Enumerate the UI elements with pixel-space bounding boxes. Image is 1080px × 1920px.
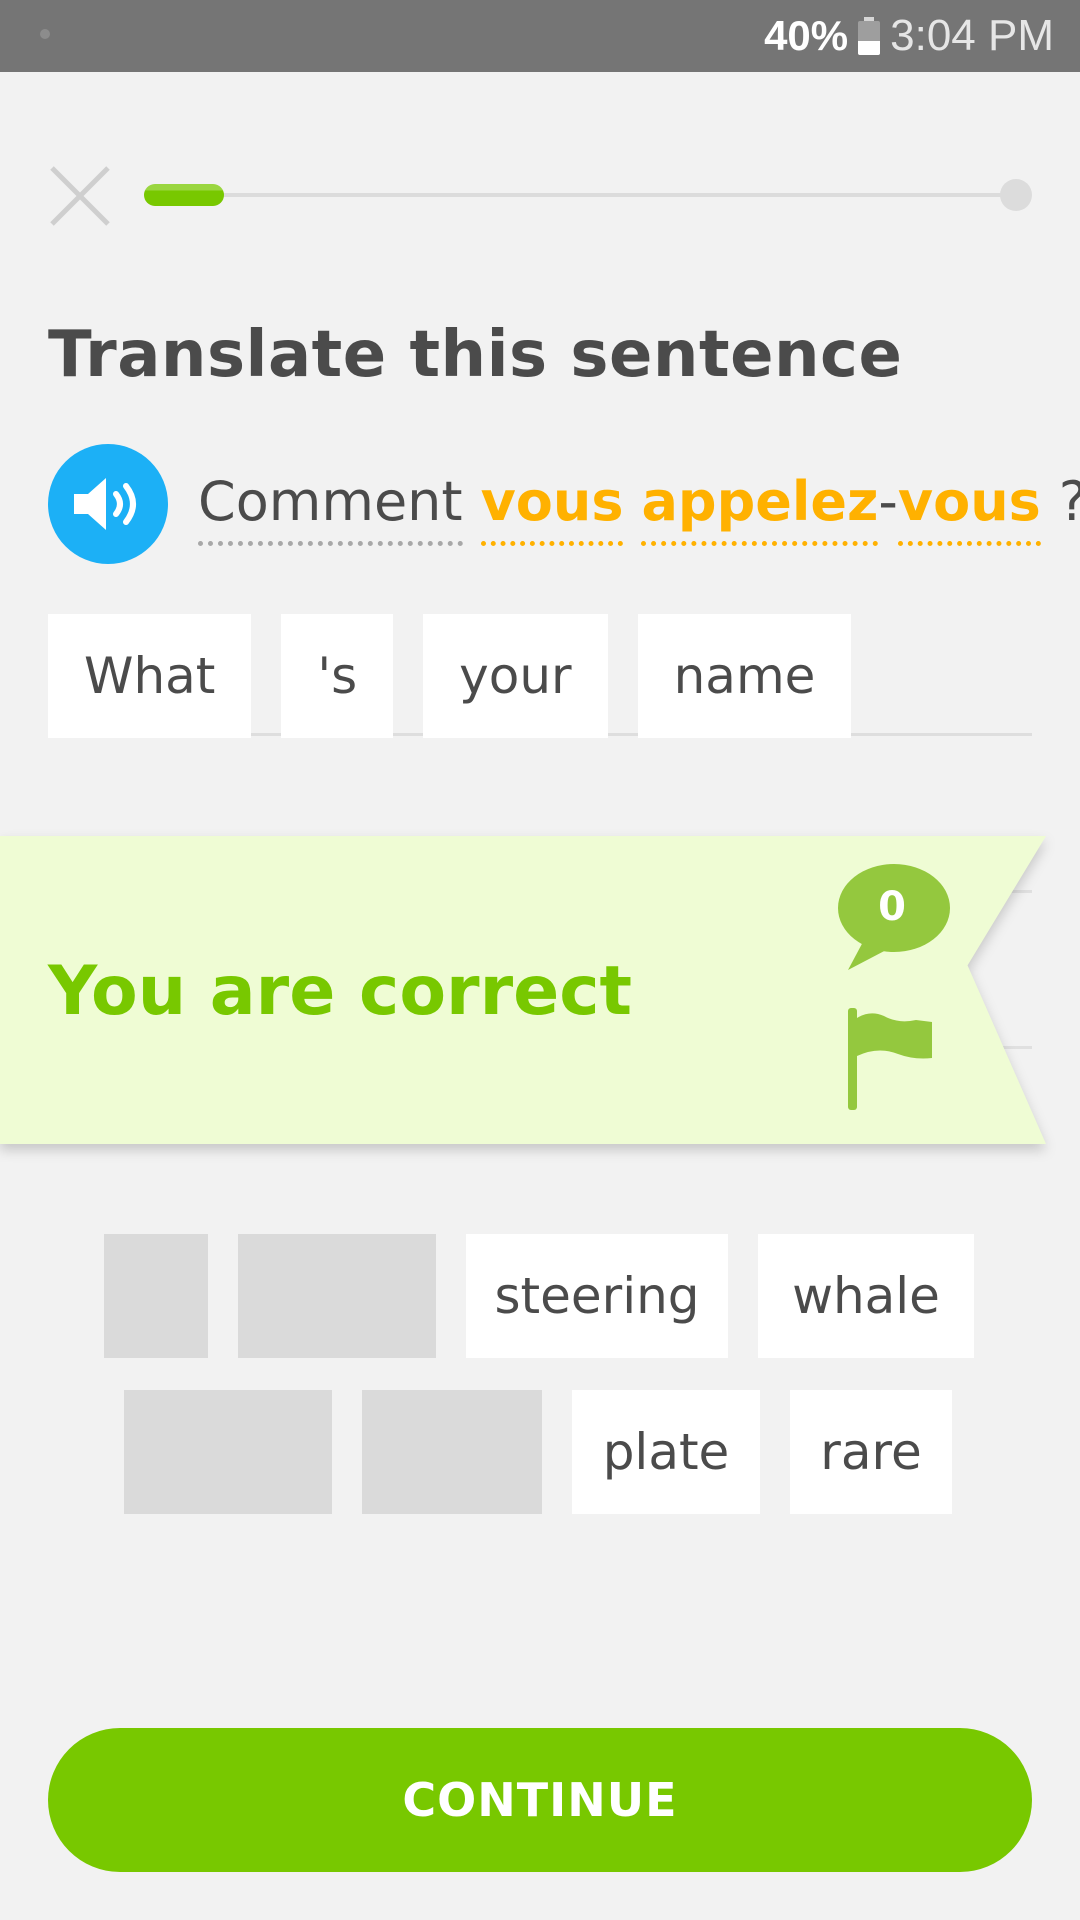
status-right: 40% 3:04 PM (764, 0, 1054, 72)
battery-icon (858, 17, 881, 55)
feedback-title: You are correct (48, 952, 633, 1031)
report-button[interactable] (846, 1008, 936, 1110)
prompt-word-vous-2[interactable]: vous (897, 470, 1041, 546)
close-icon (50, 166, 110, 226)
notification-dot-icon (40, 29, 50, 39)
word-bank-whale[interactable]: whale (758, 1234, 974, 1358)
discussion-count: 0 (878, 884, 906, 930)
progress-fill (144, 184, 224, 206)
used-word-slot (104, 1234, 208, 1358)
word-bank-steering[interactable]: steering (466, 1234, 728, 1358)
answer-word-your[interactable]: your (423, 614, 608, 738)
flag-icon (848, 1008, 932, 1110)
word-bank-plate[interactable]: plate (572, 1390, 760, 1514)
speaker-icon (74, 478, 136, 530)
progress-track (144, 193, 1018, 197)
used-word-slot (124, 1390, 332, 1514)
answer-word-name[interactable]: name (637, 614, 852, 738)
prompt-word-comment[interactable]: Comment (198, 470, 463, 546)
progress-end-dot (1000, 179, 1032, 211)
continue-button[interactable]: CONTINUE (48, 1728, 1032, 1872)
status-bar: 40% 3:04 PM (0, 0, 1080, 72)
word-bank-row-2: plate rare (124, 1390, 952, 1514)
speaker-button[interactable] (48, 444, 168, 564)
battery-percent: 40% (764, 12, 849, 59)
prompt-word-vous[interactable]: vous (480, 470, 624, 546)
used-word-slot (238, 1234, 436, 1358)
close-button[interactable] (48, 164, 112, 228)
answer-word-s[interactable]: 's (281, 614, 394, 738)
lesson-progress-bar (144, 179, 1032, 211)
page-title: Translate this sentence (48, 318, 903, 392)
clock: 3:04 PM (890, 11, 1054, 60)
prompt-question-mark: ? (1059, 470, 1080, 533)
word-bank-rare[interactable]: rare (790, 1390, 952, 1514)
prompt-dash: - (878, 470, 898, 533)
used-word-slot (362, 1390, 542, 1514)
prompt-word-appelez[interactable]: appelez (641, 470, 879, 546)
prompt-sentence: Comment vous appelez - vous ? (198, 470, 1080, 546)
answer-area: What 's your name (48, 614, 852, 738)
answer-word-what[interactable]: What (48, 614, 252, 738)
word-bank-row-1: steering whale (104, 1234, 974, 1358)
